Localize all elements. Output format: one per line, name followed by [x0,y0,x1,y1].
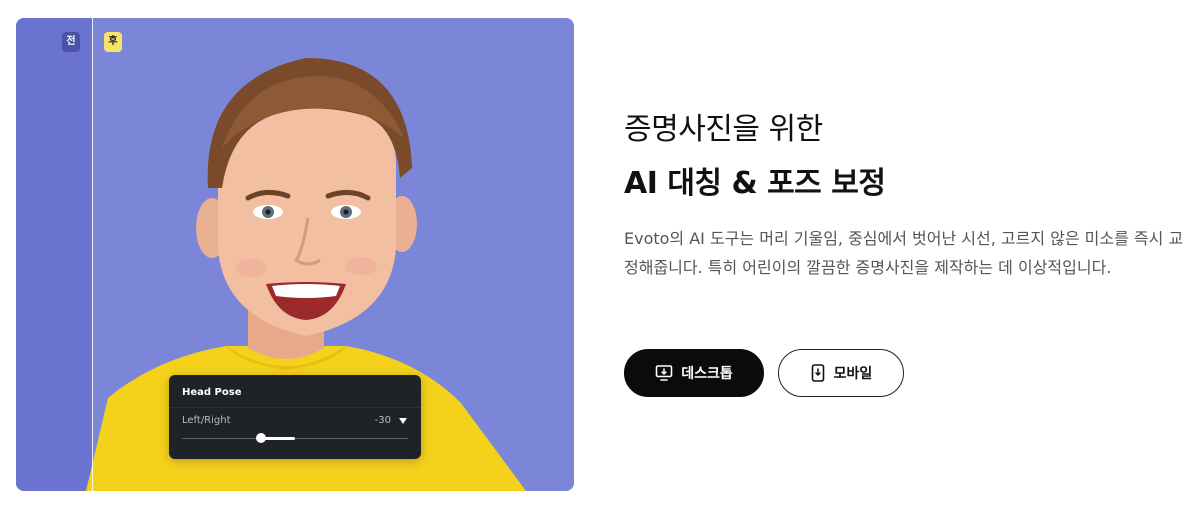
headline-line-1: 증명사진을 위한 [624,112,823,147]
before-after-divider[interactable] [92,18,93,491]
mobile-button-label: 모바일 [833,366,873,382]
before-after-photo: 전 후 Head Pose Left/Right -30 [16,18,574,491]
left-right-value[interactable]: -30 [375,415,391,426]
pose-slider-track[interactable] [182,438,408,439]
pose-slider-fill [261,437,295,440]
headline-line-2: AI 대칭 & 포즈 보정 [624,166,886,201]
mobile-download-icon [811,364,824,382]
desktop-download-icon [655,365,673,381]
download-buttons: 데스크톱 모바일 [624,349,904,397]
pose-slider-thumb[interactable] [256,433,267,443]
mobile-button[interactable]: 모바일 [778,349,904,397]
feature-content: 증명사진을 위한 AI 대칭 & 포즈 보정 Evoto의 AI 도구는 머리 … [624,108,1184,298]
feature-description: Evoto의 AI 도구는 머리 기울임, 중심에서 벗어난 시선, 고르지 않… [624,229,1184,277]
after-tag: 후 [104,32,122,52]
dropdown-caret-icon[interactable] [399,418,407,424]
desktop-button[interactable]: 데스크톱 [624,349,764,397]
head-pose-divider [169,407,421,408]
desktop-button-label: 데스크톱 [681,366,733,382]
left-right-label: Left/Right [182,415,231,426]
head-pose-panel: Head Pose Left/Right -30 [169,375,421,459]
head-pose-title: Head Pose [182,387,242,398]
before-tag: 전 [62,32,80,52]
